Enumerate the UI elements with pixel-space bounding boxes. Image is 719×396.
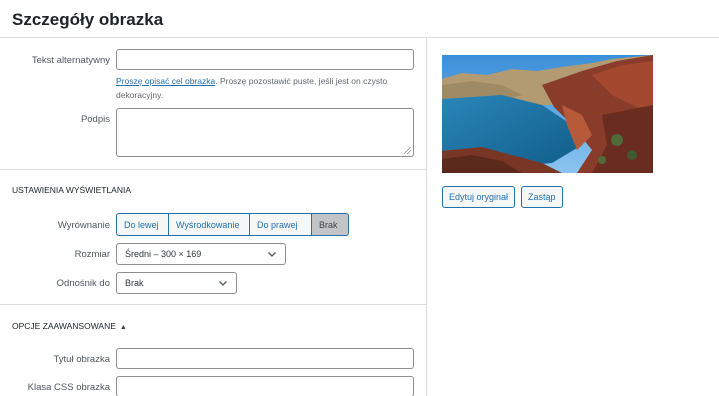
landscape-image xyxy=(442,55,653,173)
link-to-label: Odnośnik do xyxy=(56,278,110,289)
settings-pane: Tekst alternatywny Proszę opisać cel obr… xyxy=(0,38,427,396)
resize-grip-icon[interactable] xyxy=(404,147,411,154)
triangle-up-icon: ▲ xyxy=(119,324,127,331)
alt-text-input[interactable] xyxy=(116,49,414,70)
page-title: Szczegóły obrazka xyxy=(12,10,164,29)
modal-header: Szczegóły obrazka xyxy=(0,0,719,38)
size-select[interactable]: Średni – 300 × 169 xyxy=(116,243,286,265)
align-left-button[interactable]: Do lewej xyxy=(116,213,169,236)
image-title-input[interactable] xyxy=(116,348,414,369)
css-class-input[interactable] xyxy=(116,376,414,396)
advanced-options-title: OPCJE ZAAWANSOWANE xyxy=(12,321,116,331)
image-thumbnail xyxy=(442,55,653,173)
caption-textarea[interactable] xyxy=(116,108,414,157)
css-class-label: Klasa CSS obrazka xyxy=(27,382,110,393)
align-right-button[interactable]: Do prawej xyxy=(250,213,312,236)
caption-label: Podpis xyxy=(80,114,110,125)
section-divider xyxy=(0,169,427,170)
image-title-label: Tytuł obrazka xyxy=(53,354,111,365)
alt-text-label: Tekst alternatywny xyxy=(31,55,110,66)
edit-original-button[interactable]: Edytuj oryginał xyxy=(442,186,516,208)
size-select-value: Średni – 300 × 169 xyxy=(125,249,202,259)
replace-button[interactable]: Zastąp xyxy=(521,186,563,208)
chevron-down-icon xyxy=(268,252,276,257)
alt-text-help-link[interactable]: Proszę opisać cel obrazka xyxy=(116,76,215,86)
align-label: Wyrównanie xyxy=(57,220,110,231)
size-label: Rozmiar xyxy=(74,249,110,260)
image-preview-pane: Edytuj oryginał Zastąp xyxy=(428,38,719,396)
section-divider xyxy=(0,304,427,305)
link-to-select-value: Brak xyxy=(125,278,144,288)
advanced-options-toggle[interactable]: OPCJE ZAAWANSOWANE ▲ xyxy=(12,321,127,331)
display-settings-title: USTAWIENIA WYŚWIETLANIA xyxy=(12,185,132,195)
align-button-group: Do lewej Wyśrodkowanie Do prawej Brak xyxy=(116,213,349,236)
link-to-select[interactable]: Brak xyxy=(116,272,237,294)
align-center-button[interactable]: Wyśrodkowanie xyxy=(169,213,250,236)
chevron-down-icon xyxy=(219,281,227,286)
align-none-button[interactable]: Brak xyxy=(312,213,349,236)
alt-text-help: Proszę opisać cel obrazka. Proszę pozost… xyxy=(116,74,416,102)
